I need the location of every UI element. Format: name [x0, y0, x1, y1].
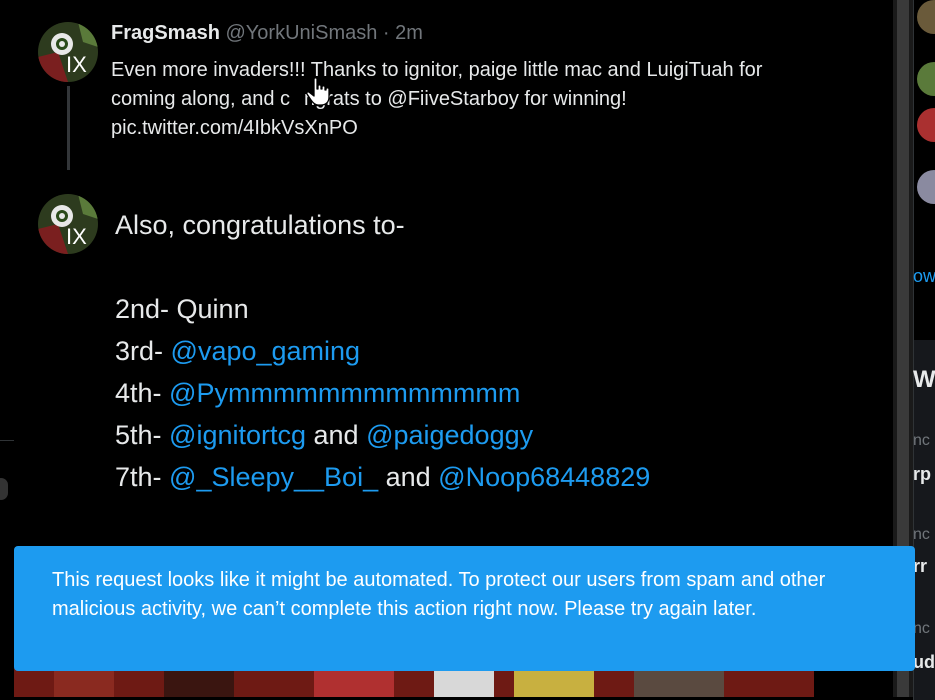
thread-line: [67, 86, 70, 170]
separator: ·: [377, 22, 396, 44]
sidebar-card: [913, 340, 935, 700]
sidebar-heading: Wh: [913, 366, 935, 393]
mention-link[interactable]: @ignitortcg: [169, 420, 306, 450]
sidebar-text: nc: [913, 432, 930, 449]
tweet-line: Even more invaders!!! Thanks to ignitor,…: [111, 59, 763, 81]
placement-label: 3rd-: [115, 336, 171, 366]
mention-link[interactable]: @paigedoggy: [366, 420, 533, 450]
svg-text:IX: IX: [66, 52, 87, 77]
mention-link[interactable]: @_Sleepy__Boi_: [169, 462, 378, 492]
conjunction: and: [306, 420, 367, 450]
sidebar-text[interactable]: rr: [913, 556, 927, 577]
tweet-line: 7th- @_Sleepy__Boi_ and @Noop68448829: [115, 456, 855, 498]
toast-message: This request looks like it might be auto…: [52, 569, 826, 620]
tweet-text-fragment: coming along, and c: [111, 88, 291, 110]
tweet-text-fragment: for winning!: [518, 88, 627, 110]
svg-text:IX: IX: [66, 224, 87, 249]
sidebar-text: nc: [913, 620, 930, 637]
error-toast[interactable]: This request looks like it might be auto…: [14, 546, 915, 671]
mention-link[interactable]: @Pymmmmmmmmmmmmm: [169, 378, 520, 408]
tweet-line: 3rd- @vapo_gaming: [115, 330, 855, 372]
media-link[interactable]: pic.twitter.com/4IbkVsXnPO: [111, 114, 871, 143]
avatar[interactable]: IX: [38, 194, 98, 254]
display-name[interactable]: FragSmash: [111, 22, 220, 44]
mention-link[interactable]: @FiiveStarboy: [387, 88, 518, 110]
mention-link[interactable]: @vapo_gaming: [171, 336, 361, 366]
hand-pointer-cursor-icon: [303, 76, 335, 108]
mention-link[interactable]: @Noop68448829: [438, 462, 650, 492]
partial-avatar: [0, 478, 8, 500]
placement-label: 7th-: [115, 462, 170, 492]
sidebar-text[interactable]: rp: [913, 464, 931, 485]
placement-label: 4th-: [115, 378, 170, 408]
tweet-line: coming along, and c ngrats to @FiiveStarb…: [111, 85, 871, 114]
placement-label: 5th-: [115, 420, 170, 450]
tweet-line: Also, congratulations to-: [115, 210, 405, 240]
tweet-line: 2nd- Quinn: [115, 294, 249, 324]
sidebar-text: nc: [913, 526, 930, 543]
sidebar-text[interactable]: ud: [913, 652, 935, 673]
tweet-line: 5th- @ignitortcg and @paigedoggy: [115, 414, 855, 456]
tweet-line: 4th- @Pymmmmmmmmmmmmm: [115, 372, 855, 414]
sidebar-follow-link[interactable]: ow: [913, 266, 935, 287]
tweet-text: Also, congratulations to- 2nd- Quinn 3rd…: [115, 204, 855, 498]
handle[interactable]: @YorkUniSmash: [226, 22, 378, 44]
timestamp[interactable]: 2m: [395, 22, 423, 44]
conjunction: and: [378, 462, 439, 492]
tweet-header: FragSmash @YorkUniSmash · 2m: [111, 22, 423, 45]
avatar[interactable]: IX: [38, 22, 98, 82]
tweet-text: Even more invaders!!! Thanks to ignitor,…: [111, 56, 871, 143]
